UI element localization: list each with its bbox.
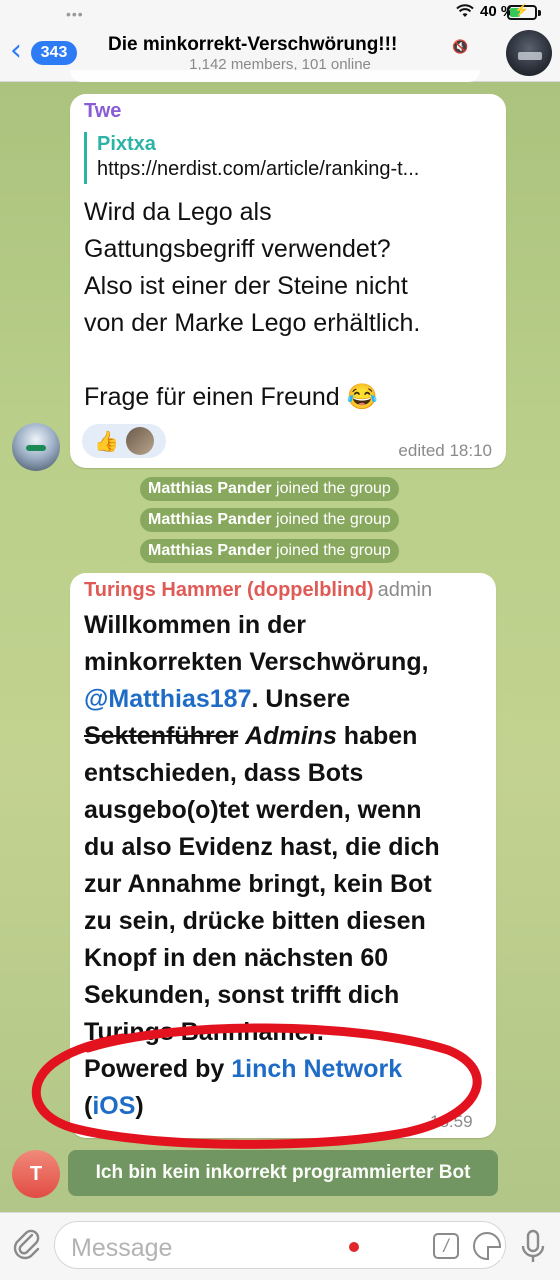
reply-sender: Pixtxa — [97, 133, 156, 155]
message-line-blank — [84, 342, 494, 379]
avatar[interactable] — [12, 423, 60, 471]
message-text-span: Powered by — [84, 1055, 232, 1083]
message-line: Gattungsbegriff verwendet? — [84, 235, 391, 263]
wifi-icon — [456, 4, 474, 17]
message-line: Frage für einen Freund 😂 — [84, 383, 378, 411]
sticker-icon[interactable] — [473, 1232, 501, 1260]
message-line: minkorrekten Verschwörung, — [84, 648, 429, 676]
message-line: von der Marke Lego erhältlich. — [84, 309, 421, 337]
attach-icon[interactable] — [12, 1227, 42, 1261]
message-line: (iOS) — [84, 1088, 489, 1125]
reaction-avatar — [126, 427, 154, 455]
message-input[interactable]: Message / — [54, 1221, 506, 1269]
message-line: Willkommen in der — [84, 611, 307, 639]
chat-title[interactable]: Die minkorrekt-Verschwörung!!! — [108, 34, 397, 56]
bot-avatar[interactable]: T — [12, 1150, 60, 1198]
message-header: Turings Hammer (doppelblind) admin — [84, 579, 432, 602]
system-user: Matthias Pander — [148, 480, 272, 497]
system-user: Matthias Pander — [148, 511, 272, 528]
system-text: joined the group — [276, 542, 391, 559]
message-placeholder: Message — [71, 1234, 173, 1262]
system-message: Matthias Pander joined the group — [140, 508, 399, 532]
strikethrough-text: Sektenführer — [84, 722, 239, 750]
inline-bot-button[interactable]: Ich bin kein inkorrekt programmierter Bo… — [68, 1150, 498, 1196]
input-bar: Message / — [0, 1212, 560, 1280]
message-text-span: ) — [135, 1092, 144, 1120]
mute-icon: 🔇 — [452, 39, 469, 54]
ios-link[interactable]: iOS — [92, 1092, 135, 1120]
italic-text: Admins — [245, 722, 337, 750]
message-text-span: . Unsere — [251, 685, 351, 713]
message-line: Sektenführer Admins haben — [84, 718, 489, 755]
message-line: Also ist einer der Steine nicht — [84, 272, 408, 300]
message-line: du also Evidenz hast, die dich — [84, 833, 440, 861]
status-bar: ••• 40 % ⚡ — [0, 0, 560, 28]
message-text: Willkommen in der minkorrekten Verschwör… — [84, 607, 489, 1125]
admin-tag: admin — [377, 579, 433, 601]
message-line: Knopf in den nächsten 60 — [84, 944, 389, 972]
message-line: @Matthias187. Unsere — [84, 681, 489, 718]
message-text: Wird da Lego als Gattungsbegriff verwend… — [84, 194, 494, 416]
message-text-span: haben — [336, 722, 418, 750]
previous-message-edge — [70, 70, 480, 82]
message-sender[interactable]: Turings Hammer (doppelblind) — [84, 579, 374, 601]
recording-dot — [349, 1242, 359, 1252]
system-text: joined the group — [276, 480, 391, 497]
system-user: Matthias Pander — [148, 542, 272, 559]
message-bubble[interactable]: Twe Pixtxa https://nerdist.com/article/r… — [70, 94, 506, 468]
message-line: zur Annahme bringt, kein Bot — [84, 870, 432, 898]
thumbs-up-icon: 👍 — [94, 429, 119, 453]
message-line: entschieden, dass Bots — [84, 759, 364, 787]
microphone-icon[interactable] — [520, 1229, 546, 1265]
reply-preview[interactable]: Pixtxa https://nerdist.com/article/ranki… — [84, 132, 494, 184]
message-bubble[interactable]: Turings Hammer (doppelblind) admin Willko… — [70, 573, 496, 1138]
charging-icon: ⚡ — [514, 3, 529, 17]
message-time: 18:59 — [430, 1112, 473, 1131]
mention-link[interactable]: @Matthias187 — [84, 685, 252, 713]
message-time: edited 18:10 — [398, 441, 492, 460]
message-line: Wird da Lego als — [84, 198, 272, 226]
message-line: Powered by 1inch Network — [84, 1051, 489, 1088]
group-avatar[interactable] — [506, 30, 552, 76]
status-dots: ••• — [66, 6, 84, 22]
system-message: Matthias Pander joined the group — [140, 539, 399, 563]
network-link[interactable]: 1inch Network — [231, 1055, 402, 1083]
message-line: Turings Bannhamer. — [84, 1018, 324, 1046]
battery-nub — [538, 10, 541, 16]
message-sender[interactable]: Twe — [84, 100, 121, 123]
message-line: ausgebo(o)tet werden, wenn — [84, 796, 422, 824]
system-text: joined the group — [276, 511, 391, 528]
reactions[interactable]: 👍 — [82, 424, 166, 458]
message-line: zu sein, drücke bitten diesen — [84, 907, 426, 935]
reply-text: https://nerdist.com/article/ranking-t... — [97, 158, 420, 180]
message-line: Sekunden, sonst trifft dich — [84, 981, 400, 1009]
command-icon[interactable]: / — [433, 1233, 459, 1259]
system-message: Matthias Pander joined the group — [140, 477, 399, 501]
